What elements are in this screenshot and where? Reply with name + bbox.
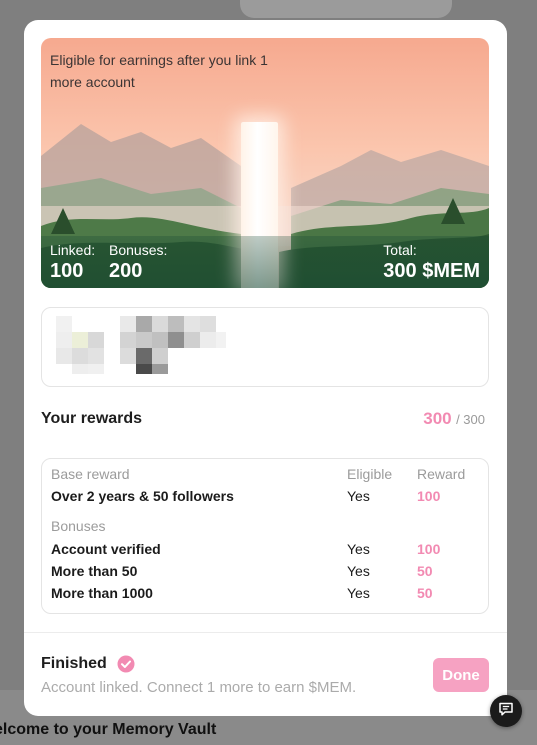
rewards-modal: Eligible for earnings after you link 1 m… [24, 20, 507, 716]
check-circle-icon [117, 655, 135, 678]
table-header-row: Base reward Eligible Reward [51, 463, 479, 485]
reward-eligible: Yes [347, 585, 370, 601]
background-page-title: elcome to your Memory Vault [0, 721, 217, 738]
status-subtitle: Account linked. Connect 1 more to earn $… [41, 679, 357, 696]
reward-eligible: Yes [347, 563, 370, 579]
bonuses-label: Bonuses: [109, 242, 168, 258]
section-divider [24, 632, 507, 633]
reward-amount: 100 [417, 488, 441, 504]
status-title: Finished [41, 655, 107, 672]
total-stat: Total: 300 $MEM [383, 241, 480, 283]
reward-name: Account verified [51, 541, 161, 557]
rewards-title: Your rewards [41, 410, 143, 427]
reward-amount: 100 [417, 541, 441, 557]
linked-stat: Linked: 100 [50, 241, 95, 283]
linked-label: Linked: [50, 242, 96, 258]
bonuses-stat: Bonuses: 200 [109, 241, 167, 283]
rewards-score-max: / 300 [456, 412, 485, 427]
chat-button[interactable] [490, 695, 522, 727]
background-top-tab [240, 0, 452, 18]
table-row: Over 2 years & 50 followers Yes 100 [51, 485, 479, 507]
reward-name: More than 1000 [51, 585, 153, 601]
bonuses-header: Bonuses [51, 518, 106, 534]
eligibility-message: Eligible for earnings after you link 1 m… [50, 52, 268, 90]
reward-amount: 50 [417, 585, 433, 601]
eligible-column-header: Eligible [347, 466, 393, 482]
reward-name: More than 50 [51, 563, 138, 579]
rewards-score-value: 300 [423, 409, 452, 428]
rewards-score: 300 / 300 [423, 409, 485, 429]
reward-name: Over 2 years & 50 followers [51, 488, 234, 504]
linked-account-card [41, 307, 489, 387]
bonuses-header-row: Bonuses [51, 515, 479, 537]
reward-eligible: Yes [347, 488, 370, 504]
bonuses-value: 200 [109, 260, 143, 282]
table-row: More than 50 Yes 50 [51, 560, 479, 582]
base-reward-header: Base reward [51, 466, 130, 482]
table-row: More than 1000 Yes 50 [51, 582, 479, 604]
reward-eligible: Yes [347, 541, 370, 557]
rewards-table: Base reward Eligible Reward Over 2 years… [41, 458, 489, 614]
reward-amount: 50 [417, 563, 433, 579]
total-value: 300 $MEM [383, 260, 480, 282]
chat-bubble-icon [498, 701, 514, 722]
done-button[interactable]: Done [433, 658, 489, 692]
total-label: Total: [383, 242, 417, 258]
rewards-hero-banner: Eligible for earnings after you link 1 m… [41, 38, 489, 288]
table-row: Account verified Yes 100 [51, 538, 479, 560]
rewards-header: Your rewards 300 / 300 [41, 408, 489, 430]
reward-column-header: Reward [417, 466, 466, 482]
linked-value: 100 [50, 260, 84, 282]
hero-stats-bar: Linked: 100 Bonuses: 200 Total: 300 $MEM [41, 236, 489, 288]
